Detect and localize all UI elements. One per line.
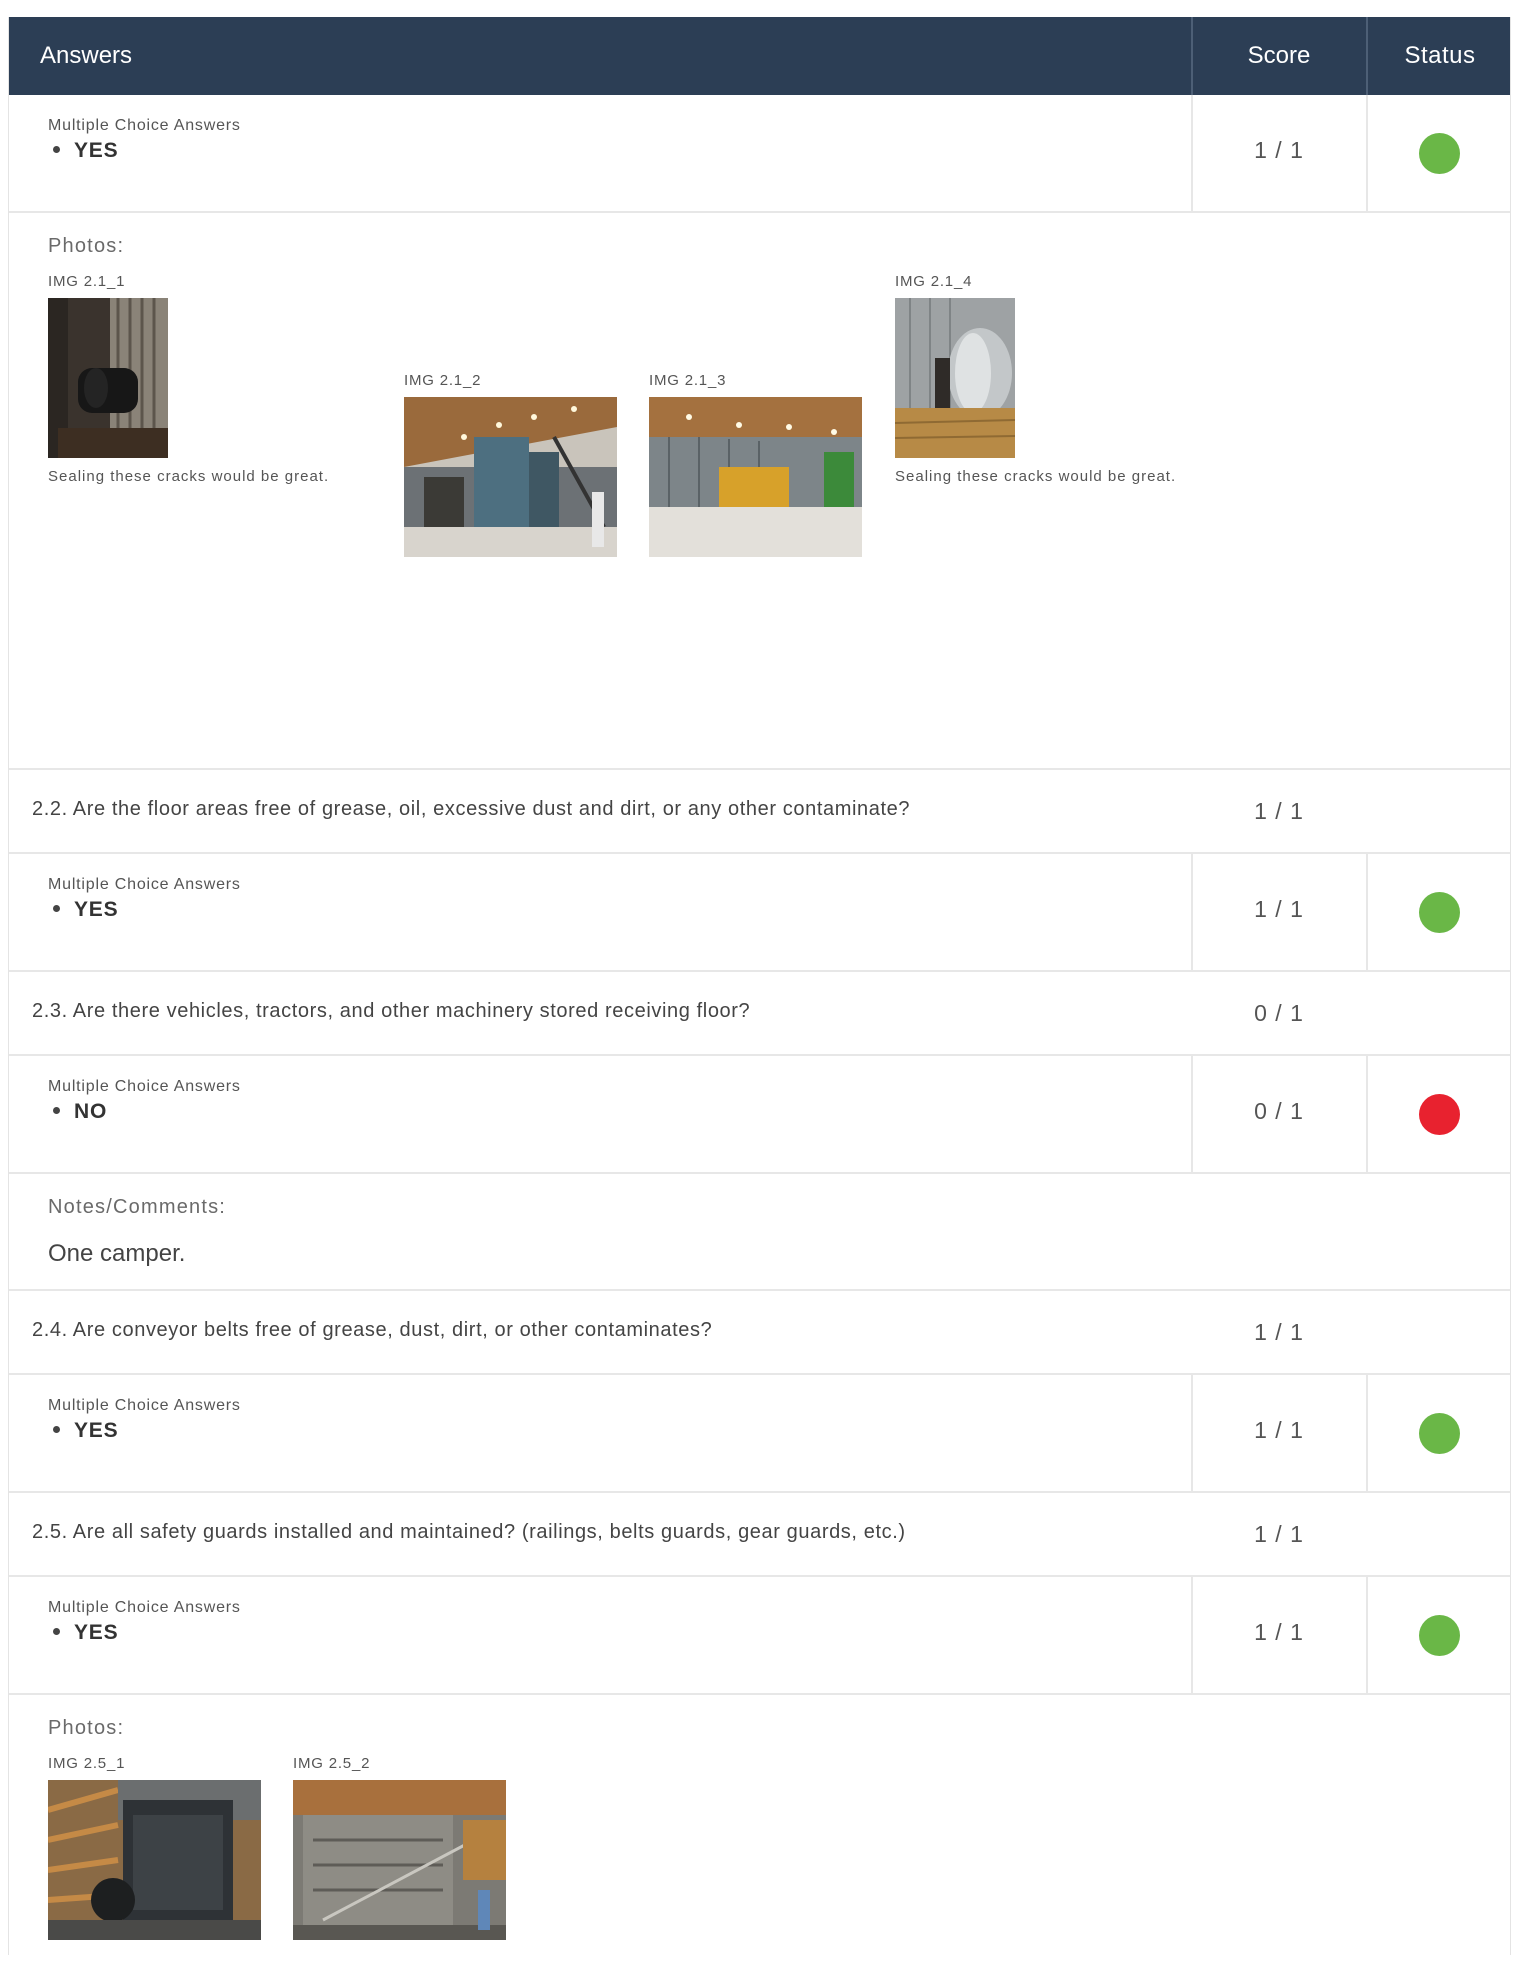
photo-thumbnail[interactable]	[895, 298, 1015, 458]
photo-label: IMG 2.1_4	[895, 273, 973, 290]
bullet-icon	[53, 1627, 60, 1635]
question-score: 1 / 1	[1254, 1319, 1304, 1345]
answer-row-2-3: Multiple Choice Answers NO 0 / 1	[9, 1056, 1510, 1174]
photo-thumbnail[interactable]	[48, 1780, 261, 1940]
question-text: 2.4. Are conveyor belts free of grease, …	[32, 1319, 713, 1341]
photo-label: IMG 2.1_2	[404, 372, 482, 389]
photo-label: IMG 2.5_1	[48, 1755, 126, 1772]
score-column-header: Score	[1191, 17, 1365, 95]
photo-thumbnail[interactable]	[649, 397, 862, 557]
question-row-2-2: 2.2. Are the floor areas free of grease,…	[9, 770, 1510, 854]
multiple-choice-label: Multiple Choice Answers	[48, 1599, 241, 1616]
question-score: 1 / 1	[1254, 798, 1304, 824]
photo-2-5-2[interactable]: IMG 2.5_2	[293, 1755, 506, 1940]
photo-thumbnail[interactable]	[404, 397, 617, 557]
question-text: 2.5. Are all safety guards installed and…	[32, 1521, 906, 1543]
answer-row-2-4: Multiple Choice Answers YES 1 / 1	[9, 1375, 1510, 1493]
question-row-2-5: 2.5. Are all safety guards installed and…	[9, 1493, 1510, 1577]
photo-label: IMG 2.5_2	[293, 1755, 371, 1772]
question-row-2-3: 2.3. Are there vehicles, tractors, and o…	[9, 972, 1510, 1056]
answer-value: YES	[48, 1419, 118, 1443]
question-row-2-4: 2.4. Are conveyor belts free of grease, …	[9, 1291, 1510, 1375]
answer-score: 1 / 1	[1254, 896, 1304, 922]
answer-value: YES	[48, 139, 118, 163]
status-pass-icon	[1419, 892, 1460, 933]
photo-2-1-2[interactable]: IMG 2.1_2	[404, 372, 617, 557]
answer-text: NO	[74, 1100, 108, 1123]
answer-score: 1 / 1	[1254, 1619, 1304, 1645]
answer-text: YES	[74, 1621, 119, 1644]
photo-2-5-1[interactable]: IMG 2.5_1	[48, 1755, 261, 1940]
photo-label: IMG 2.1_1	[48, 273, 126, 290]
photo-label: IMG 2.1_3	[649, 372, 727, 389]
answer-row-2-1: Multiple Choice Answers YES 1 / 1	[9, 95, 1510, 213]
photo-caption: Sealing these cracks would be great.	[895, 468, 1177, 485]
notes-section-2-3: Notes/Comments: One camper.	[9, 1174, 1510, 1291]
photo-caption: Sealing these cracks would be great.	[48, 468, 330, 485]
answer-row-2-5: Multiple Choice Answers YES 1 / 1	[9, 1577, 1510, 1695]
question-score: 1 / 1	[1254, 1521, 1304, 1547]
answer-score: 1 / 1	[1254, 137, 1304, 163]
multiple-choice-label: Multiple Choice Answers	[48, 117, 241, 134]
answer-score: 1 / 1	[1254, 1417, 1304, 1443]
answer-text: YES	[74, 139, 119, 162]
answer-score: 0 / 1	[1254, 1098, 1304, 1124]
question-score: 0 / 1	[1254, 1000, 1304, 1026]
photos-section-2-5: Photos: IMG 2.5_1 IMG 2.5_2	[9, 1695, 1510, 1955]
notes-title: Notes/Comments:	[48, 1196, 227, 1218]
status-fail-icon	[1419, 1094, 1460, 1135]
question-text: 2.3. Are there vehicles, tractors, and o…	[32, 1000, 751, 1022]
answer-value: YES	[48, 1621, 118, 1645]
photo-2-1-3[interactable]: IMG 2.1_3	[649, 372, 862, 557]
status-pass-icon	[1419, 1615, 1460, 1656]
answer-text: YES	[74, 1419, 119, 1442]
status-column-header: Status	[1366, 17, 1512, 95]
photos-section-2-1: Photos: IMG 2.1_1 Sealing these cracks w…	[9, 213, 1510, 770]
photos-title: Photos:	[48, 1717, 125, 1739]
photo-thumbnail[interactable]	[293, 1780, 506, 1940]
notes-text: One camper.	[48, 1240, 186, 1267]
bullet-icon	[53, 1425, 60, 1433]
answers-column-header: Answers	[40, 42, 133, 69]
multiple-choice-label: Multiple Choice Answers	[48, 1397, 241, 1414]
inspection-report: Answers Score Status Multiple Choice Ans…	[8, 17, 1511, 1955]
answer-row-2-2: Multiple Choice Answers YES 1 / 1	[9, 854, 1510, 972]
photo-thumbnail[interactable]	[48, 298, 168, 458]
bullet-icon	[53, 904, 60, 912]
multiple-choice-label: Multiple Choice Answers	[48, 876, 241, 893]
status-pass-icon	[1419, 133, 1460, 174]
bullet-icon	[53, 1106, 60, 1114]
photo-2-1-1[interactable]: IMG 2.1_1 Sealing these cracks would be …	[48, 273, 329, 485]
table-header: Answers Score Status	[9, 17, 1510, 95]
answer-value: NO	[48, 1100, 107, 1124]
answer-text: YES	[74, 898, 119, 921]
question-text: 2.2. Are the floor areas free of grease,…	[32, 798, 911, 820]
photo-2-1-4[interactable]: IMG 2.1_4 Sealing these cracks would be …	[895, 273, 1176, 485]
photos-title: Photos:	[48, 235, 125, 257]
bullet-icon	[53, 145, 60, 153]
status-pass-icon	[1419, 1413, 1460, 1454]
multiple-choice-label: Multiple Choice Answers	[48, 1078, 241, 1095]
answer-value: YES	[48, 898, 118, 922]
